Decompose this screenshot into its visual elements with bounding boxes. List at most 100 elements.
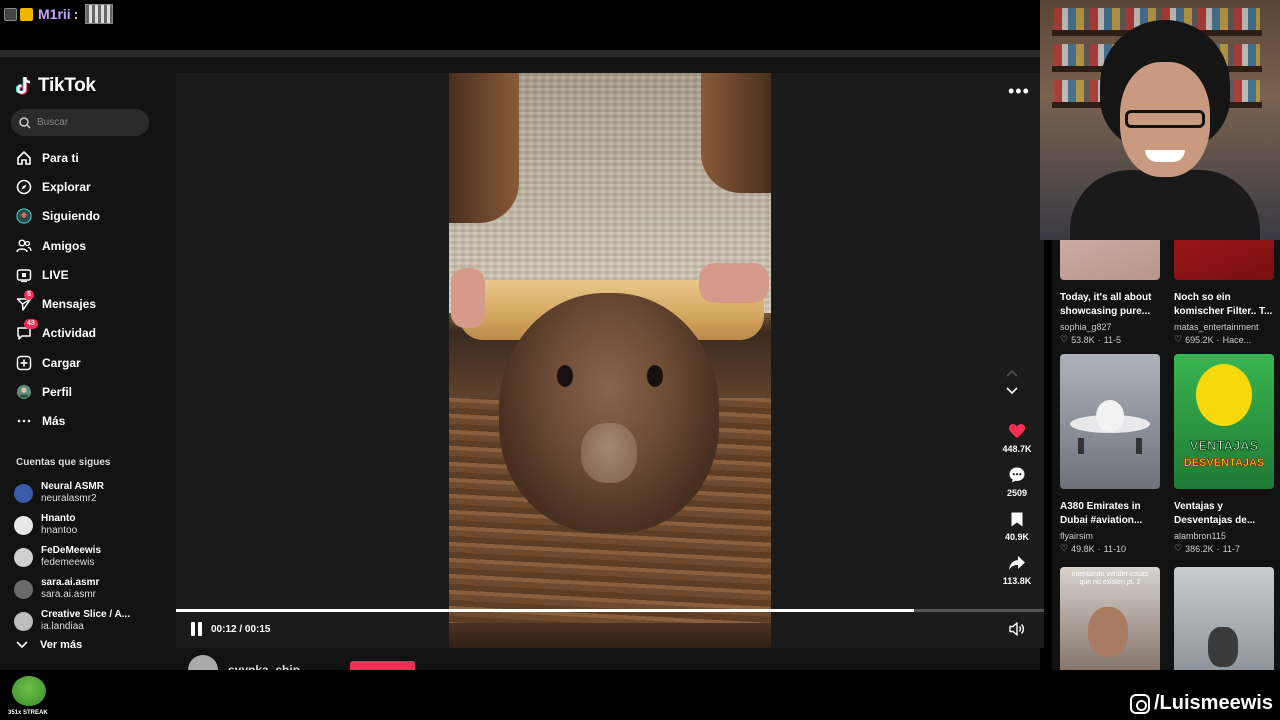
card-title: Noch so ein bbox=[1174, 291, 1280, 305]
playback-controls: 00:12 / 00:15 bbox=[191, 622, 271, 636]
logo-text: TikTok bbox=[38, 75, 96, 96]
video-card[interactable]: VENTAJAS DESVENTAJAS Ventajas y Desventa… bbox=[1174, 354, 1280, 554]
following-account[interactable]: Neural ASMR neuralasmr2 bbox=[14, 477, 130, 509]
person-face-icon bbox=[1088, 607, 1128, 657]
comment-button[interactable]: 2509 bbox=[1007, 465, 1027, 509]
video-nav-arrows bbox=[1006, 369, 1018, 395]
nav-label: Actividad bbox=[42, 326, 97, 341]
card-title-line: A380 Emirates in bbox=[1060, 501, 1141, 512]
card-title: komischer Filter.. T... bbox=[1174, 305, 1280, 319]
nav-item-mas[interactable]: Más bbox=[16, 407, 100, 436]
following-account[interactable]: Hnanto hnantoo bbox=[14, 509, 130, 541]
search-input[interactable] bbox=[37, 117, 137, 128]
chat-message: M1rii : bbox=[4, 4, 114, 24]
streak-label: 351x STREAK bbox=[8, 710, 48, 716]
video-scene-hand bbox=[699, 263, 769, 303]
airplane-icon bbox=[1070, 400, 1150, 454]
video-thumbnail[interactable]: intentando vender cosas que no existen p… bbox=[1060, 567, 1160, 670]
video-thumbnail[interactable] bbox=[1174, 567, 1274, 670]
pause-icon[interactable] bbox=[191, 622, 203, 636]
card-title: Ventajas y bbox=[1174, 500, 1280, 514]
video-player[interactable]: ••• 448.7K 2509 40.9K 113.8K 00:12 / 00:… bbox=[176, 73, 1044, 648]
nav-item-explorar[interactable]: Explorar bbox=[16, 172, 100, 201]
video-thumbnail[interactable]: VENTAJAS DESVENTAJAS bbox=[1174, 354, 1274, 489]
nav-label: Amigos bbox=[42, 238, 87, 253]
card-likes: 386.2K bbox=[1185, 543, 1214, 554]
tiktok-logo[interactable]: TikTok bbox=[15, 75, 96, 97]
account-handle: hnantoo bbox=[41, 525, 78, 536]
cartoon-character-icon bbox=[1196, 364, 1252, 426]
search-bar[interactable] bbox=[11, 109, 149, 136]
avatar bbox=[14, 515, 33, 535]
moderator-badge-icon bbox=[4, 7, 17, 21]
thumbnail-overlay-ventajas: VENTAJAS bbox=[1189, 438, 1259, 454]
nav-item-live[interactable]: LIVE bbox=[16, 260, 100, 289]
card-author[interactable]: matas_entertainment bbox=[1174, 322, 1280, 332]
save-button[interactable]: 40.9K bbox=[1005, 509, 1029, 553]
nav-item-siguiendo[interactable]: Siguiendo bbox=[16, 202, 100, 231]
share-button[interactable]: 113.8K bbox=[1002, 553, 1032, 597]
video-progress-fill bbox=[176, 609, 914, 612]
nav-item-cargar[interactable]: Cargar bbox=[16, 348, 100, 377]
ver-mas-label: Ver más bbox=[40, 639, 83, 651]
heart-outline-icon: ♡ bbox=[1060, 543, 1069, 553]
video-progress-bar[interactable] bbox=[176, 609, 1044, 612]
chevron-up-icon[interactable] bbox=[1006, 369, 1018, 377]
nav-item-amigos[interactable]: Amigos bbox=[16, 231, 100, 260]
nav-item-actividad[interactable]: 43 Actividad bbox=[16, 319, 100, 348]
video-card[interactable]: A380 Emirates in Dubai #aviation... flya… bbox=[1060, 354, 1166, 554]
video-thumbnail[interactable] bbox=[1060, 354, 1160, 489]
card-author[interactable]: alambron115 bbox=[1174, 531, 1280, 541]
video-card[interactable]: intentando vender cosas que no existen p… bbox=[1060, 567, 1166, 670]
video-frame[interactable] bbox=[449, 73, 771, 648]
more-options-icon[interactable]: ••• bbox=[1008, 81, 1030, 102]
following-account[interactable]: FeDeMeewis fedemeewis bbox=[14, 541, 130, 573]
card-date: 11-7 bbox=[1222, 543, 1240, 554]
account-handle: fedemeewis bbox=[41, 557, 95, 568]
card-author[interactable]: sophia_g827 bbox=[1060, 322, 1166, 332]
compass-icon bbox=[16, 179, 32, 195]
friends-icon bbox=[16, 238, 32, 254]
nav-item-para-ti[interactable]: Para ti bbox=[16, 143, 100, 172]
video-card[interactable] bbox=[1174, 567, 1280, 670]
thumbnail-overlay-desventajas: DESVENTAJAS bbox=[1183, 457, 1265, 470]
nav-item-mensajes[interactable]: 5 Mensajes bbox=[16, 289, 100, 318]
video-card[interactable]: Noch so ein komischer Filter.. T... mata… bbox=[1174, 240, 1280, 345]
search-icon bbox=[19, 116, 31, 129]
card-likes: 53.8K bbox=[1071, 334, 1095, 345]
share-count: 113.8K bbox=[1002, 576, 1032, 586]
video-scene-hair bbox=[701, 73, 771, 193]
video-thumbnail[interactable] bbox=[1060, 240, 1160, 280]
card-title: Desventajas de... bbox=[1174, 514, 1280, 528]
card-meta: ♡ 53.8K · 11-5 bbox=[1060, 334, 1121, 345]
ver-mas-button[interactable]: Ver más bbox=[16, 639, 82, 651]
nav-label: Explorar bbox=[42, 179, 91, 194]
home-icon bbox=[16, 150, 32, 166]
video-thumbnail[interactable] bbox=[1174, 240, 1274, 280]
chat-emote-icon bbox=[85, 4, 114, 24]
heart-outline-icon: ♡ bbox=[1174, 543, 1183, 553]
following-avatar-icon bbox=[16, 208, 32, 224]
volume-button[interactable] bbox=[1009, 622, 1025, 641]
following-account[interactable]: Creative Slice / A... ia.landiaa bbox=[14, 605, 130, 637]
avatar-icon bbox=[16, 384, 32, 400]
nav-item-perfil[interactable]: Perfil bbox=[16, 377, 100, 406]
account-name: Neural ASMR bbox=[41, 481, 104, 492]
heart-outline-icon: ♡ bbox=[1174, 334, 1183, 344]
like-button[interactable]: 448.7K bbox=[1002, 421, 1032, 465]
following-account[interactable]: sara.ai.asmr sara.ai.asmr bbox=[14, 573, 130, 605]
card-likes: 49.8K bbox=[1071, 543, 1095, 554]
thumbnail-caption: intentando vender cosas que no existen p… bbox=[1071, 571, 1149, 586]
card-meta: ♡ 386.2K · 11-7 bbox=[1174, 543, 1240, 554]
streamer-body bbox=[1070, 170, 1260, 240]
card-title-line: Ventajas y bbox=[1174, 501, 1223, 512]
share-icon bbox=[1007, 553, 1027, 573]
chevron-down-icon[interactable] bbox=[1006, 387, 1018, 395]
video-card[interactable]: Today, it's all about showcasing pure...… bbox=[1060, 240, 1166, 345]
card-author[interactable]: flyairsim bbox=[1060, 531, 1166, 541]
video-scene-eye bbox=[557, 365, 573, 387]
video-scene-guinea-pig bbox=[499, 293, 719, 533]
send-icon: 5 bbox=[16, 290, 34, 312]
card-date: Hace... bbox=[1222, 334, 1252, 345]
account-handle: sara.ai.asmr bbox=[41, 589, 97, 600]
